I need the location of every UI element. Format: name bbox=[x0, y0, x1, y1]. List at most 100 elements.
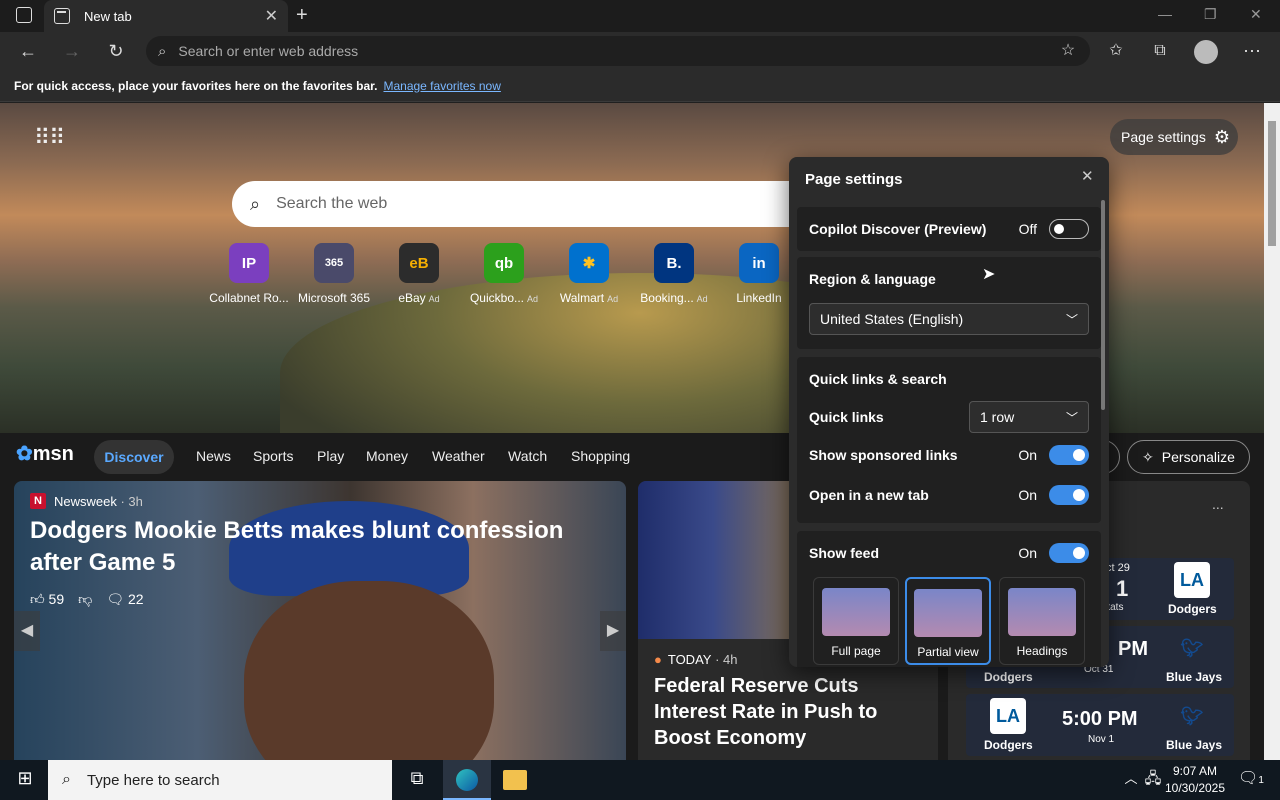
page-settings-label: Page settings bbox=[1121, 129, 1206, 145]
taskbar-search-input[interactable]: ⌕ Type here to search bbox=[48, 760, 392, 800]
copilot-toggle[interactable] bbox=[1049, 219, 1089, 239]
feed-row: Show feed On bbox=[809, 543, 1089, 563]
quick-link-walmart[interactable]: ✱ Walmart Ad bbox=[545, 243, 633, 305]
quick-links-dropdown[interactable]: 1 row ﹀ bbox=[969, 401, 1089, 433]
close-icon[interactable]: ✕ bbox=[1081, 167, 1094, 185]
layout-full-page[interactable]: Full page bbox=[813, 577, 899, 665]
layout-headings[interactable]: Headings bbox=[999, 577, 1085, 665]
mouse-cursor-icon: ➤ bbox=[982, 266, 996, 283]
panel-scrollbar[interactable] bbox=[1100, 200, 1106, 660]
tab-money[interactable]: Money bbox=[366, 448, 408, 464]
quick-link-microsoft365[interactable]: 365 Microsoft 365 bbox=[290, 243, 378, 305]
ad-badge: Ad bbox=[607, 294, 619, 304]
windows-start-icon[interactable]: ⊞ bbox=[10, 768, 40, 789]
feed-toggle[interactable] bbox=[1049, 543, 1089, 563]
story-image-face bbox=[244, 581, 494, 760]
layout-partial-view[interactable]: Partial view bbox=[905, 577, 991, 665]
chevron-down-icon: ﹀ bbox=[1065, 410, 1078, 425]
quick-link-label: Booking... bbox=[640, 291, 694, 305]
manage-favorites-link[interactable]: Manage favorites now bbox=[383, 79, 500, 93]
copilot-state: Off bbox=[1018, 221, 1037, 237]
story-age: · 4h bbox=[715, 652, 738, 667]
story-card-main[interactable]: N Newsweek · 3h Dodgers Mookie Betts mak… bbox=[14, 481, 626, 760]
restore-icon[interactable]: ❐ bbox=[1204, 6, 1217, 23]
tab-new-tab[interactable]: New tab ✕ bbox=[44, 0, 288, 32]
region-value: United States (English) bbox=[820, 311, 964, 327]
personalize-button[interactable]: ✧ Personalize bbox=[1127, 440, 1250, 474]
story-headline[interactable]: Dodgers Mookie Betts makes blunt confess… bbox=[30, 515, 610, 579]
like-button[interactable]: 👍︎ 59 bbox=[30, 591, 64, 608]
quick-link-ebay[interactable]: eB eBay Ad bbox=[375, 243, 463, 305]
tab-actions-icon[interactable] bbox=[16, 7, 32, 23]
tab-shopping[interactable]: Shopping bbox=[571, 448, 630, 464]
ad-badge: Ad bbox=[696, 294, 708, 304]
more-options-icon[interactable]: ... bbox=[1212, 496, 1224, 512]
task-view-icon[interactable]: ⧉ bbox=[402, 768, 432, 789]
tab-sports[interactable]: Sports bbox=[253, 448, 293, 464]
headings-thumbnail bbox=[1008, 588, 1076, 636]
carousel-prev-icon[interactable]: ◀ bbox=[14, 611, 40, 651]
notifications-icon[interactable]: 🗨1 bbox=[1238, 768, 1264, 788]
tab-play[interactable]: Play bbox=[317, 448, 344, 464]
minimize-icon[interactable]: — bbox=[1158, 6, 1172, 22]
tab-weather[interactable]: Weather bbox=[432, 448, 485, 464]
new-tab-row: Open in a new tab On bbox=[809, 485, 1089, 505]
quick-link-booking[interactable]: B. Booking... Ad bbox=[630, 243, 718, 305]
new-tab-toggle[interactable] bbox=[1049, 485, 1089, 505]
comment-button[interactable]: 🗨 22 bbox=[106, 591, 143, 608]
quick-links-section: Quick links & search Quick links 1 row ﹀… bbox=[797, 357, 1101, 523]
refresh-icon[interactable]: ↻ bbox=[104, 40, 128, 62]
dodgers-logo-icon: LA bbox=[1174, 562, 1210, 598]
walmart-icon: ✱ bbox=[569, 243, 609, 283]
system-clock[interactable]: 9:07 AM 10/30/2025 bbox=[1160, 763, 1230, 797]
dodgers-logo-icon: LA bbox=[990, 698, 1026, 734]
region-section: Region & language United States (English… bbox=[797, 257, 1101, 349]
back-icon[interactable]: ← bbox=[16, 40, 40, 62]
tab-news[interactable]: News bbox=[196, 448, 231, 464]
tab-watch[interactable]: Watch bbox=[508, 448, 547, 464]
msn-logo[interactable]: ✿msn bbox=[16, 441, 74, 466]
profile-avatar[interactable] bbox=[1194, 40, 1218, 64]
tab-favicon-icon bbox=[54, 8, 70, 24]
game-time: 5:00 PM bbox=[1062, 708, 1138, 730]
dislike-button[interactable]: 👎︎ bbox=[78, 591, 92, 608]
edge-icon bbox=[456, 769, 478, 791]
story-age: · 3h bbox=[120, 493, 143, 509]
web-search-input[interactable]: ⌕ Search the web bbox=[232, 181, 832, 227]
quick-links-label: Quick links bbox=[809, 409, 884, 425]
story-headline[interactable]: Federal Reserve Cuts Interest Rate in Pu… bbox=[654, 673, 929, 751]
game-score: 1 bbox=[1116, 576, 1129, 601]
sponsored-toggle[interactable] bbox=[1049, 445, 1089, 465]
address-placeholder: Search or enter web address bbox=[178, 43, 359, 59]
quick-link-collabnet[interactable]: IP Collabnet Ro... bbox=[205, 243, 293, 305]
game-date: ct 29 bbox=[1106, 562, 1130, 574]
close-tab-icon[interactable]: ✕ bbox=[265, 6, 278, 26]
page-settings-button[interactable]: Page settings ⚙ bbox=[1110, 119, 1238, 155]
quick-links-header: Quick links & search bbox=[809, 371, 947, 387]
close-window-icon[interactable]: ✕ bbox=[1250, 6, 1262, 23]
add-favorite-icon[interactable]: ☆ bbox=[1056, 40, 1080, 62]
new-tab-label: Open in a new tab bbox=[809, 487, 929, 503]
team-name: Dodgers bbox=[984, 670, 1033, 684]
layout-label: Headings bbox=[1016, 644, 1068, 658]
score-row[interactable]: LA Dodgers 5:00 PM Nov 1 🐦︎ Blue Jays bbox=[966, 694, 1234, 756]
tab-discover[interactable]: Discover bbox=[94, 440, 174, 474]
file-explorer-icon[interactable] bbox=[503, 770, 527, 790]
msn-logo-text: msn bbox=[32, 443, 74, 465]
game-time: PM bbox=[1118, 638, 1148, 660]
quick-link-quickbooks[interactable]: qb Quickbo... Ad bbox=[460, 243, 548, 305]
region-dropdown[interactable]: United States (English) ﹀ bbox=[809, 303, 1089, 335]
carousel-next-icon[interactable]: ▶ bbox=[600, 611, 626, 651]
favorites-icon[interactable]: ✩ bbox=[1104, 40, 1128, 62]
web-search-placeholder: Search the web bbox=[276, 195, 388, 212]
forward-icon[interactable]: → bbox=[60, 40, 84, 62]
edge-taskbar-button[interactable] bbox=[443, 760, 491, 800]
more-options-icon[interactable]: ⋯ bbox=[1240, 40, 1264, 62]
page-scrollbar[interactable] bbox=[1264, 103, 1280, 760]
search-icon: ⌕ bbox=[250, 193, 261, 214]
apps-launcher-icon[interactable]: ⠿⠿ bbox=[34, 125, 65, 151]
new-tab-button[interactable]: + bbox=[296, 4, 308, 27]
source-name: Newsweek bbox=[54, 493, 117, 509]
address-bar[interactable]: ⌕ Search or enter web address bbox=[146, 36, 1090, 66]
collections-icon[interactable]: ⧉ bbox=[1148, 40, 1172, 62]
